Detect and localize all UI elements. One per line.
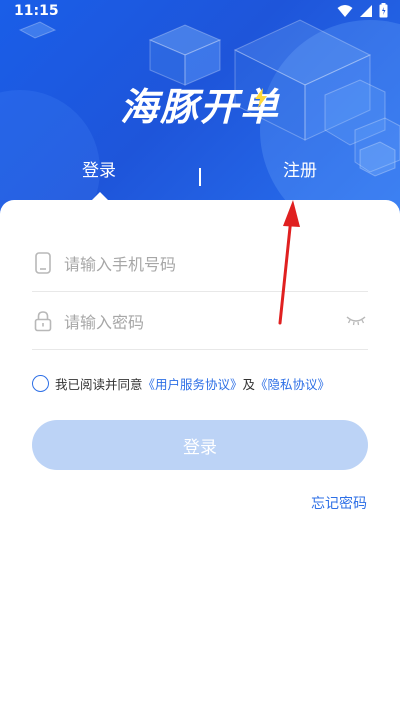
status-bar: 11:15 bbox=[0, 0, 400, 24]
password-placeholder: 请输入密码 bbox=[64, 312, 145, 332]
tab-divider bbox=[199, 168, 201, 186]
tab-login[interactable]: 登录 bbox=[82, 156, 116, 181]
battery-icon bbox=[379, 3, 388, 18]
user-agreement-link[interactable]: 《用户服务协议》 bbox=[143, 374, 243, 393]
agreement-row: 我已阅读并同意 《用户服务协议》 及 《隐私协议》 bbox=[32, 374, 330, 393]
login-button[interactable]: 登录 bbox=[32, 420, 368, 470]
forgot-password-link[interactable]: 忘记密码 bbox=[311, 493, 367, 513]
agreement-checkbox[interactable] bbox=[32, 375, 49, 392]
lightning-icon bbox=[255, 88, 267, 108]
eye-closed-icon[interactable] bbox=[346, 314, 366, 326]
app-logo: 海豚开单 bbox=[0, 76, 400, 131]
signal-icon bbox=[360, 4, 372, 17]
active-tab-indicator bbox=[92, 192, 108, 200]
wifi-icon bbox=[337, 4, 353, 17]
phone-input[interactable]: 请输入手机号码 bbox=[32, 234, 368, 292]
lock-icon bbox=[34, 310, 52, 331]
password-input[interactable]: 请输入密码 bbox=[32, 292, 368, 350]
privacy-policy-link[interactable]: 《隐私协议》 bbox=[255, 374, 330, 393]
status-time: 11:15 bbox=[14, 3, 59, 19]
phone-placeholder: 请输入手机号码 bbox=[64, 254, 177, 274]
phone-icon bbox=[35, 251, 51, 274]
agreement-prefix: 我已阅读并同意 bbox=[55, 377, 143, 392]
tab-register[interactable]: 注册 bbox=[283, 156, 317, 181]
login-button-label: 登录 bbox=[183, 437, 217, 458]
agreement-and: 及 bbox=[242, 377, 256, 392]
